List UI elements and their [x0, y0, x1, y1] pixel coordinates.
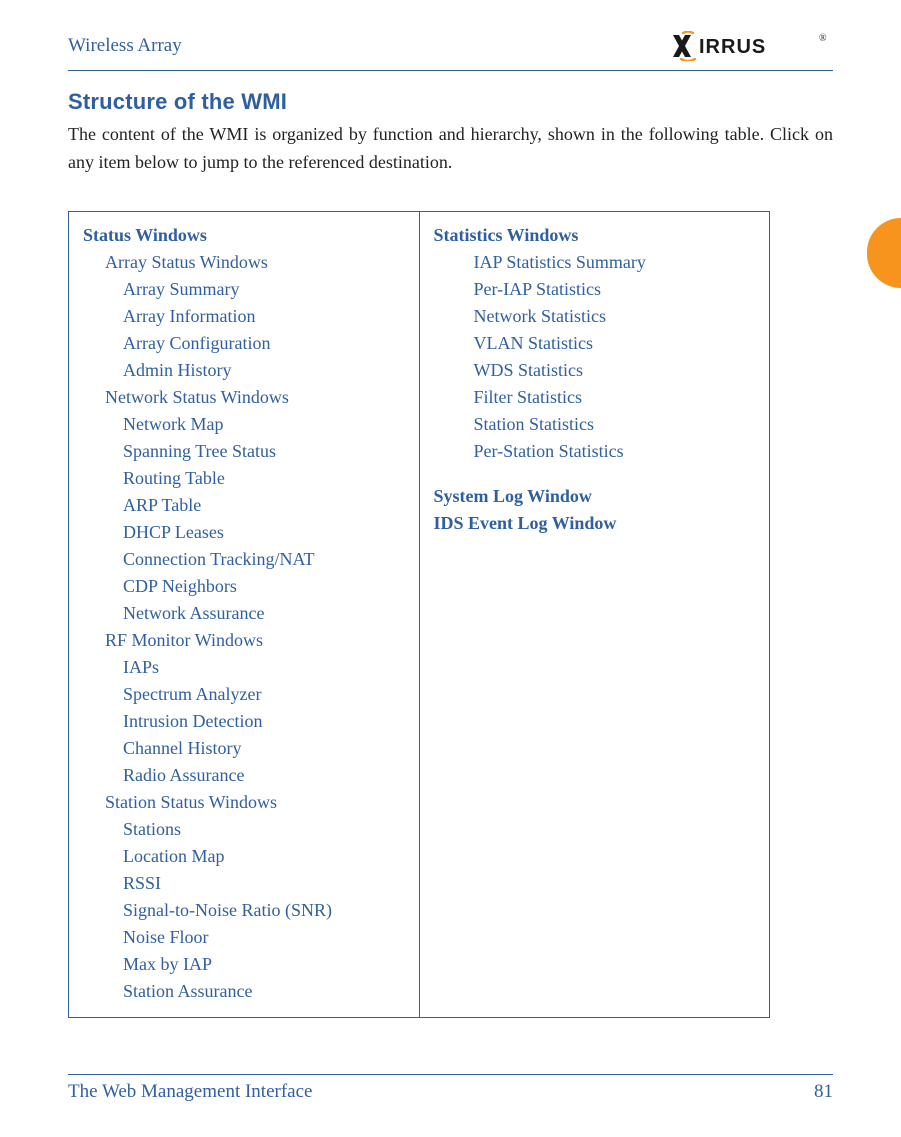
nav-link[interactable]: Admin History	[83, 357, 405, 384]
nav-link[interactable]: ARP Table	[83, 492, 405, 519]
nav-group-heading[interactable]: Status Windows	[83, 222, 405, 249]
footer-section-title: The Web Management Interface	[68, 1081, 312, 1103]
nav-link[interactable]: IAP Statistics Summary	[434, 249, 756, 276]
thumb-tab	[867, 218, 901, 288]
svg-text:IRRUS: IRRUS	[699, 36, 766, 58]
nav-link[interactable]: Station Status Windows	[83, 789, 405, 816]
nav-group-heading[interactable]: System Log Window	[434, 483, 756, 510]
nav-link[interactable]: Array Configuration	[83, 330, 405, 357]
nav-link[interactable]: IAPs	[83, 654, 405, 681]
nav-link[interactable]: WDS Statistics	[434, 357, 756, 384]
nav-link[interactable]: Filter Statistics	[434, 384, 756, 411]
nav-link[interactable]: Connection Tracking/NAT	[83, 546, 405, 573]
nav-link[interactable]: Array Summary	[83, 276, 405, 303]
nav-link[interactable]: Array Status Windows	[83, 249, 405, 276]
nav-table: Status WindowsArray Status WindowsArray …	[68, 211, 770, 1018]
nav-column-right: Statistics WindowsIAP Statistics Summary…	[419, 212, 770, 1017]
header-rule	[68, 70, 833, 71]
svg-text:®: ®	[819, 33, 827, 44]
nav-group-heading[interactable]: IDS Event Log Window	[434, 510, 756, 537]
nav-link[interactable]: Network Map	[83, 411, 405, 438]
nav-link[interactable]: Signal-to-Noise Ratio (SNR)	[83, 897, 405, 924]
nav-link[interactable]: Station Assurance	[83, 978, 405, 1005]
nav-link[interactable]: Max by IAP	[83, 951, 405, 978]
product-name: Wireless Array	[68, 35, 182, 57]
page-number: 81	[814, 1081, 833, 1103]
nav-link[interactable]: Intrusion Detection	[83, 708, 405, 735]
nav-link[interactable]: Network Assurance	[83, 600, 405, 627]
section-intro: The content of the WMI is organized by f…	[68, 121, 833, 177]
nav-link[interactable]: Network Status Windows	[83, 384, 405, 411]
xirrus-logo-icon: IRRUS ®	[673, 31, 833, 61]
nav-link[interactable]: Array Information	[83, 303, 405, 330]
nav-link[interactable]: Location Map	[83, 843, 405, 870]
nav-link[interactable]: Routing Table	[83, 465, 405, 492]
nav-link[interactable]: DHCP Leases	[83, 519, 405, 546]
nav-link[interactable]: Spanning Tree Status	[83, 438, 405, 465]
footer-rule	[68, 1074, 833, 1075]
nav-link[interactable]: Radio Assurance	[83, 762, 405, 789]
brand-logo: IRRUS ®	[673, 31, 833, 61]
nav-link[interactable]: Spectrum Analyzer	[83, 681, 405, 708]
nav-link[interactable]: Noise Floor	[83, 924, 405, 951]
section-heading: Structure of the WMI	[68, 89, 833, 115]
nav-link[interactable]: Network Statistics	[434, 303, 756, 330]
nav-column-left: Status WindowsArray Status WindowsArray …	[69, 212, 419, 1017]
nav-link[interactable]: Stations	[83, 816, 405, 843]
nav-link[interactable]: VLAN Statistics	[434, 330, 756, 357]
nav-link[interactable]: RF Monitor Windows	[83, 627, 405, 654]
running-header: Wireless Array IRRUS ®	[68, 28, 833, 64]
nav-link[interactable]: CDP Neighbors	[83, 573, 405, 600]
nav-link[interactable]: Station Statistics	[434, 411, 756, 438]
nav-link[interactable]: RSSI	[83, 870, 405, 897]
nav-link[interactable]: Per-IAP Statistics	[434, 276, 756, 303]
nav-group-heading[interactable]: Statistics Windows	[434, 222, 756, 249]
nav-link[interactable]: Channel History	[83, 735, 405, 762]
nav-link[interactable]: Per-Station Statistics	[434, 438, 756, 465]
page-footer: The Web Management Interface 81	[68, 1074, 833, 1103]
